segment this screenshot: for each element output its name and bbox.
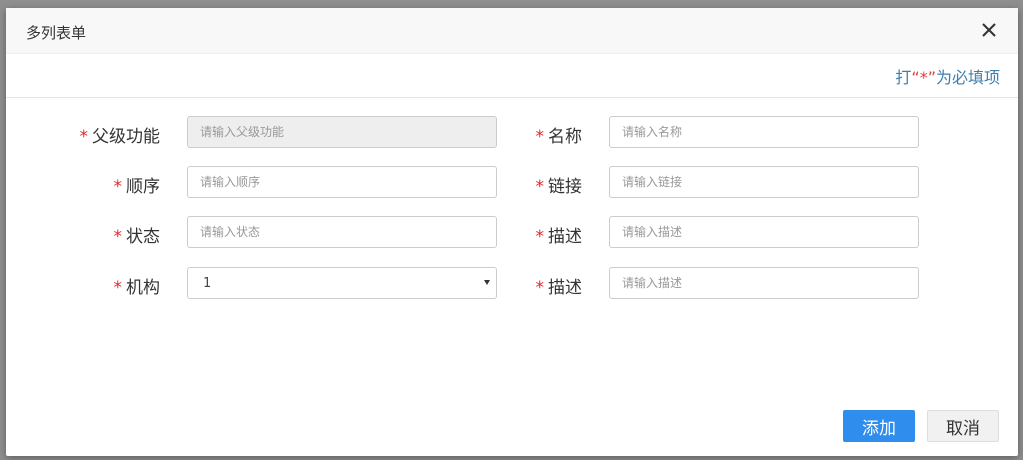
name-input[interactable] (609, 116, 919, 148)
required-mark: * (535, 227, 545, 247)
description-2-input[interactable] (609, 267, 919, 299)
required-mark: * (113, 278, 123, 298)
link-label: * 链接 (535, 177, 583, 197)
form-row-4: * 机构 1 * 描述 (6, 267, 1018, 301)
caret-down-icon (484, 280, 490, 285)
required-mark: * (79, 127, 89, 147)
description-input[interactable] (609, 216, 919, 248)
dialog-title: 多列表单 (26, 24, 87, 42)
organization-select-value: 1 (203, 276, 212, 291)
required-mark: * (535, 127, 545, 147)
multi-column-form-dialog: 多列表单 打“*”为必填项 *父级功能 *名称 *顺序 *链接 (6, 8, 1018, 456)
organization-label: * 机构 (113, 278, 161, 298)
required-notice: 打“*”为必填项 (895, 64, 1000, 88)
form-row-2: *顺序 *链接 (6, 166, 1018, 200)
name-label: * 名称 (535, 127, 583, 147)
status-input[interactable] (187, 216, 497, 248)
form-row-1: *父级功能 *名称 (6, 116, 1018, 150)
parent-function-input[interactable] (187, 116, 497, 148)
notice-suffix: 为必填项 (935, 68, 1000, 87)
cancel-button[interactable]: 取消 (927, 410, 999, 442)
notice-star: “*” (911, 68, 936, 87)
parent-function-label: * 父级功能 (79, 127, 161, 147)
required-mark: * (535, 177, 545, 197)
required-notice-bar: 打“*”为必填项 (6, 54, 1018, 98)
link-input[interactable] (609, 166, 919, 198)
notice-prefix: 打 (895, 68, 912, 87)
organization-select[interactable]: 1 (187, 267, 497, 299)
form-row-3: *状态 *描述 (6, 216, 1018, 250)
required-mark: * (535, 278, 545, 298)
add-button[interactable]: 添加 (843, 410, 915, 442)
close-icon[interactable] (978, 19, 1000, 41)
order-input[interactable] (187, 166, 497, 198)
order-label: * 顺序 (113, 177, 161, 197)
required-mark: * (113, 227, 123, 247)
description-label: * 描述 (535, 227, 583, 247)
status-label: * 状态 (113, 227, 161, 247)
dialog-header: 多列表单 (6, 8, 1018, 54)
description-2-label: * 描述 (535, 278, 583, 298)
required-mark: * (113, 177, 123, 197)
